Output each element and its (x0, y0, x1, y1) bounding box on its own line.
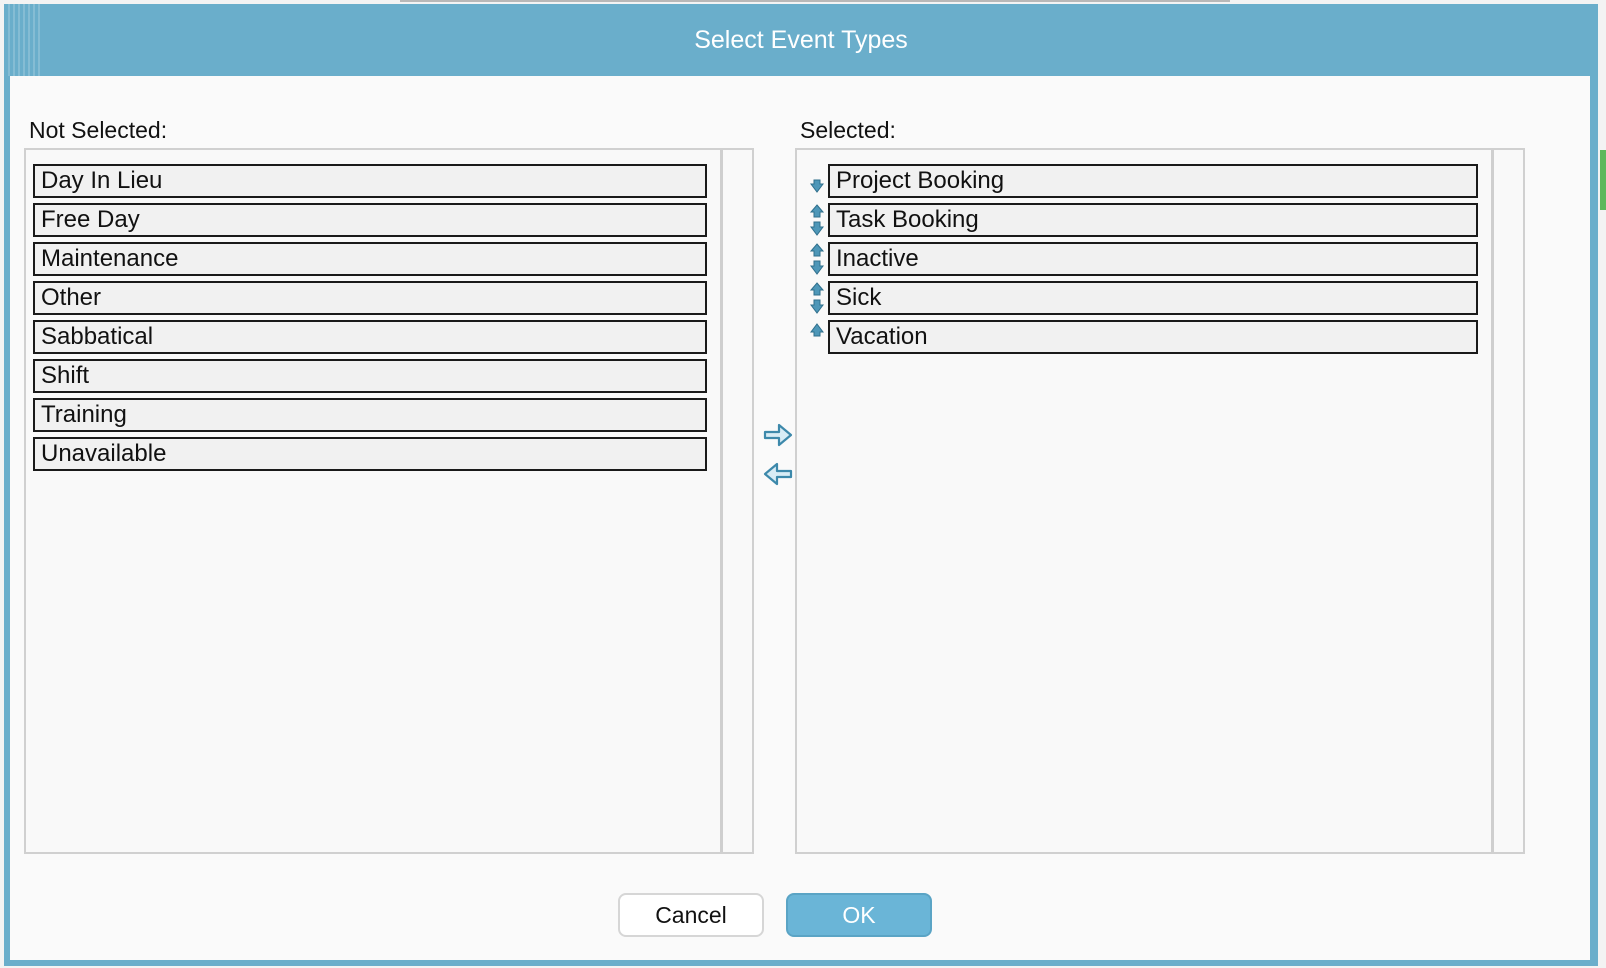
cancel-button[interactable]: Cancel (618, 893, 764, 937)
move-down-icon[interactable] (807, 164, 827, 198)
list-item[interactable]: Shift (33, 359, 707, 393)
move-up-down-icon[interactable] (807, 281, 827, 315)
ok-button[interactable]: OK (786, 893, 932, 937)
list-item[interactable]: Task Booking (828, 203, 1478, 237)
not-selected-scrollbar[interactable] (720, 150, 752, 852)
list-item[interactable]: Unavailable (33, 437, 707, 471)
move-up-down-icon[interactable] (807, 203, 827, 237)
list-item[interactable]: Other (33, 281, 707, 315)
list-item[interactable]: Sick (828, 281, 1478, 315)
list-item[interactable]: Training (33, 398, 707, 432)
selected-list[interactable]: Project Booking Task Booking Inactive Si… (795, 148, 1525, 854)
background-divider (400, 0, 1230, 2)
move-up-down-icon[interactable] (807, 242, 827, 276)
arrow-right-icon[interactable] (761, 418, 795, 452)
selected-label: Selected: (800, 117, 896, 143)
list-item[interactable]: Inactive (828, 242, 1478, 276)
list-item[interactable]: Project Booking (828, 164, 1478, 198)
not-selected-label: Not Selected: (29, 117, 168, 143)
dialog-body: Not Selected: Selected: Day In Lieu Free… (10, 76, 1590, 960)
list-item[interactable]: Maintenance (33, 242, 707, 276)
background-accent (1600, 150, 1606, 210)
dialog-titlebar[interactable]: Select Event Types (4, 4, 1598, 76)
list-item[interactable]: Free Day (33, 203, 707, 237)
list-item[interactable]: Vacation (828, 320, 1478, 354)
selected-scrollbar[interactable] (1491, 150, 1523, 852)
list-item[interactable]: Day In Lieu (33, 164, 707, 198)
not-selected-list[interactable]: Day In Lieu Free Day Maintenance Other S… (24, 148, 754, 854)
select-event-types-dialog: Select Event Types Not Selected: Selecte… (4, 4, 1598, 966)
list-item[interactable]: Sabbatical (33, 320, 707, 354)
dialog-title: Select Event Types (694, 26, 908, 54)
move-up-icon[interactable] (807, 320, 827, 354)
arrow-left-icon[interactable] (761, 457, 795, 491)
